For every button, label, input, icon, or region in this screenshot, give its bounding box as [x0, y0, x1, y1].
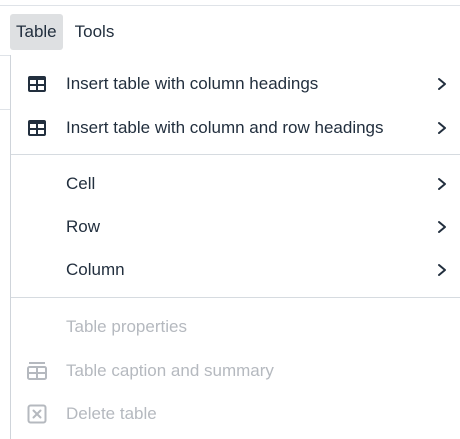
menu-item-table-caption-summary[interactable]: Table caption and summary [11, 349, 460, 393]
menubar-tools[interactable]: Tools [69, 14, 121, 50]
menu-item-column[interactable]: Column [11, 248, 460, 292]
chevron-right-icon [438, 122, 446, 134]
menu-item-insert-table-column-headings[interactable]: Insert table with column headings [11, 62, 460, 106]
delete-table-icon [27, 404, 47, 424]
menu-item-label: Delete table [66, 404, 157, 423]
menu-item-label: Row [66, 217, 101, 236]
menu-item-insert-table-column-row-headings[interactable]: Insert table with column and row heading… [11, 106, 460, 150]
table-icon [28, 76, 46, 92]
menu-item-label: Table properties [66, 317, 187, 336]
menu-separator [11, 154, 460, 155]
menu-item-row[interactable]: Row [11, 205, 460, 249]
menubar: Table Tools [0, 10, 126, 54]
chevron-right-icon [438, 178, 446, 190]
menu-item-label: Column [66, 260, 125, 279]
menu-item-table-properties[interactable]: Table properties [11, 305, 460, 349]
menu-item-delete-table[interactable]: Delete table [11, 392, 460, 436]
menu-item-label: Cell [66, 174, 96, 193]
chevron-right-icon [438, 221, 446, 233]
chevron-right-icon [438, 78, 446, 90]
toolbar-top-border [0, 5, 460, 6]
menu-item-cell[interactable]: Cell [11, 162, 460, 206]
editor-screen: Table Tools Insert table with column hea… [0, 0, 460, 439]
menu-item-label: Insert table with column headings [66, 74, 319, 93]
menubar-table[interactable]: Table [10, 14, 63, 50]
table-icon [28, 120, 46, 136]
table-dropdown-menu: Insert table with column headings Insert… [10, 55, 460, 439]
chevron-right-icon [438, 264, 446, 276]
editor-divider [0, 109, 10, 110]
menu-item-label: Insert table with column and row heading… [66, 118, 384, 137]
menu-separator [11, 297, 460, 298]
table-caption-icon [27, 362, 47, 380]
menu-item-label: Table caption and summary [66, 361, 274, 380]
